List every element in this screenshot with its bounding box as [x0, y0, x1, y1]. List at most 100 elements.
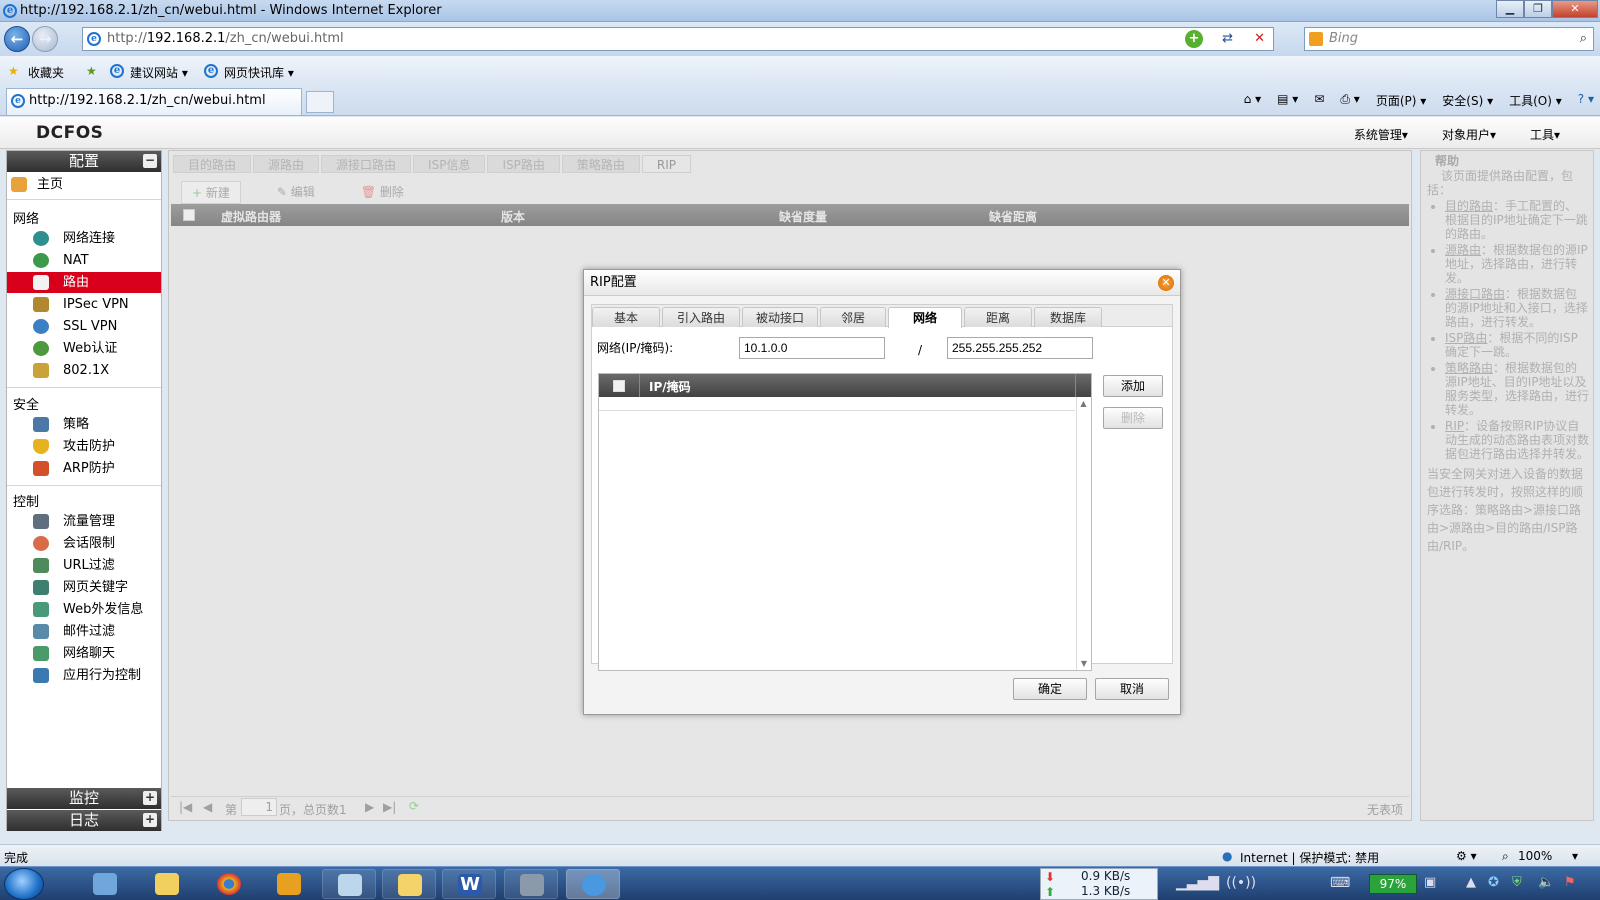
wireless-icon[interactable]: ((•)): [1226, 875, 1256, 891]
sidebar-item-policy[interactable]: 策略: [7, 414, 161, 435]
tab-source-interface-route[interactable]: 源接口路由: [321, 155, 412, 173]
select-all-checkbox[interactable]: [183, 209, 195, 221]
table-scrollbar[interactable]: ▲ ▼: [1076, 397, 1090, 670]
column-version[interactable]: 版本: [501, 208, 525, 225]
search-icon[interactable]: ⌕: [1580, 28, 1587, 50]
tab-network[interactable]: 网络: [888, 307, 962, 328]
new-tab-button[interactable]: [306, 91, 334, 113]
monitor-section-header[interactable]: 监控 +: [7, 788, 161, 809]
print-icon[interactable]: ⎙ ▾: [1340, 92, 1359, 109]
expand-icon[interactable]: +: [143, 791, 157, 805]
tab-destination-route[interactable]: 目的路由: [173, 155, 252, 173]
compatibility-icon[interactable]: +: [1185, 30, 1203, 48]
tab-passive-interface[interactable]: 被动接口: [742, 307, 818, 327]
sidebar-item-web-keyword[interactable]: 网页关键字: [7, 577, 161, 598]
taskbar-word-app[interactable]: W: [442, 869, 496, 899]
sidebar-item-network-connection[interactable]: 网络连接: [7, 228, 161, 249]
keyboard-icon[interactable]: ⌨: [1330, 875, 1350, 891]
tools-app-menu[interactable]: 工具▾: [1530, 126, 1560, 143]
taskbar-folder-app[interactable]: [140, 869, 194, 899]
help-link[interactable]: 目的路由: [1445, 199, 1493, 213]
tools-menu[interactable]: 工具(O) ▾: [1509, 92, 1562, 109]
sidebar-item-home[interactable]: 主页: [7, 174, 161, 195]
column-virtual-router[interactable]: 虚拟路由器: [221, 208, 281, 225]
help-icon[interactable]: ? ▾: [1578, 92, 1594, 109]
tab-source-route[interactable]: 源路由: [253, 155, 320, 173]
maximize-button[interactable]: ❐: [1524, 0, 1552, 18]
mask-input[interactable]: 255.255.255.252: [947, 337, 1093, 359]
home-icon[interactable]: ⌂ ▾: [1244, 92, 1261, 109]
feeds-icon[interactable]: ▤ ▾: [1277, 92, 1298, 109]
add-favorite-icon[interactable]: ★: [86, 64, 97, 78]
close-window-button[interactable]: ✕: [1552, 0, 1598, 18]
tab-isp-route[interactable]: ISP路由: [487, 155, 560, 173]
tab-isp-info[interactable]: ISP信息: [413, 155, 486, 173]
sidebar-item-ipsec-vpn[interactable]: IPSec VPN: [7, 294, 161, 315]
help-link[interactable]: RIP: [1445, 419, 1464, 433]
collapse-icon[interactable]: −: [143, 154, 157, 168]
log-section-header[interactable]: 日志 +: [7, 810, 161, 831]
security-zone[interactable]: Internet | 保护模式: 禁用: [1240, 849, 1379, 866]
refresh-icon[interactable]: ⇄: [1222, 28, 1233, 50]
tab-database[interactable]: 数据库: [1034, 307, 1102, 327]
web-slice-gallery-link[interactable]: 网页快讯库 ▾: [224, 64, 294, 81]
delete-button[interactable]: 🗑 删除: [351, 181, 414, 204]
prev-page-icon[interactable]: ◀: [203, 800, 212, 814]
safety-menu[interactable]: 安全(S) ▾: [1442, 92, 1493, 109]
tab-import-route[interactable]: 引入路由: [662, 307, 740, 327]
sidebar-item-web-auth[interactable]: Web认证: [7, 338, 161, 359]
sidebar-item-mail-filter[interactable]: 邮件过滤: [7, 621, 161, 642]
taskbar-explorer-app[interactable]: [382, 869, 436, 899]
new-button[interactable]: + 新建: [181, 181, 241, 204]
power-icon[interactable]: ▣: [1424, 875, 1436, 890]
stop-icon[interactable]: ✕: [1254, 28, 1265, 50]
config-section-header[interactable]: 配置 −: [7, 151, 161, 172]
notification-icon[interactable]: ⚑: [1564, 875, 1576, 890]
help-link[interactable]: ISP路由: [1445, 331, 1487, 345]
url-input[interactable]: e http://192.168.2.1/zh_cn/webui.html + …: [82, 27, 1274, 51]
tab-basic[interactable]: 基本: [592, 307, 660, 327]
cancel-button[interactable]: 取消: [1095, 678, 1169, 700]
volume-icon[interactable]: 🔈: [1538, 875, 1554, 890]
sidebar-item-ssl-vpn[interactable]: SSL VPN: [7, 316, 161, 337]
signal-strength-icon[interactable]: ▁▃▅▇: [1176, 875, 1219, 891]
minimize-button[interactable]: ▁: [1496, 0, 1524, 18]
sidebar-item-nat[interactable]: NAT: [7, 250, 161, 271]
taskbar-chrome-app[interactable]: [202, 869, 256, 899]
sidebar-item-app-behavior[interactable]: 应用行为控制: [7, 665, 161, 686]
sidebar-item-web-outbound[interactable]: Web外发信息: [7, 599, 161, 620]
first-page-icon[interactable]: |◀: [179, 800, 192, 814]
tab-distance[interactable]: 距离: [964, 307, 1032, 327]
tray-app-icon[interactable]: ✪: [1488, 875, 1499, 890]
column-default-distance[interactable]: 缺省距离: [989, 208, 1037, 225]
taskbar-computer-app[interactable]: [78, 869, 132, 899]
last-page-icon[interactable]: ▶|: [383, 800, 396, 814]
close-icon[interactable]: ✕: [1158, 275, 1174, 291]
suggested-sites-link[interactable]: 建议网站 ▾: [130, 64, 188, 81]
remove-button[interactable]: 删除: [1103, 407, 1163, 429]
scroll-up-icon[interactable]: ▲: [1077, 399, 1090, 408]
help-link[interactable]: 策略路由: [1445, 361, 1493, 375]
ok-button[interactable]: 确定: [1013, 678, 1087, 700]
help-link[interactable]: 源路由: [1445, 243, 1481, 257]
next-page-icon[interactable]: ▶: [365, 800, 374, 814]
page-menu[interactable]: 页面(P) ▾: [1376, 92, 1426, 109]
select-all-checkbox[interactable]: [613, 380, 625, 392]
sidebar-item-arp-protection[interactable]: ARP防护: [7, 458, 161, 479]
sidebar-item-net-chat[interactable]: 网络聊天: [7, 643, 161, 664]
security-shield-icon[interactable]: ⛨: [1512, 875, 1522, 890]
favorites-button[interactable]: 收藏夹: [28, 64, 64, 81]
tab-policy-route[interactable]: 策略路由: [561, 155, 640, 173]
help-link[interactable]: 源接口路由: [1445, 287, 1505, 301]
sidebar-item-session-limit[interactable]: 会话限制: [7, 533, 161, 554]
sidebar-item-8021x[interactable]: 802.1X: [7, 360, 161, 381]
back-button[interactable]: ←: [4, 26, 30, 52]
page-input[interactable]: 1: [241, 798, 277, 816]
taskbar-network-app[interactable]: [504, 869, 558, 899]
sidebar-item-traffic-management[interactable]: 流量管理: [7, 511, 161, 532]
battery-indicator[interactable]: 97%: [1369, 874, 1417, 894]
zoom-dropdown-icon[interactable]: ▾: [1572, 849, 1578, 863]
tab-rip[interactable]: RIP: [641, 155, 691, 173]
protected-mode-icon[interactable]: ⚙ ▾: [1456, 849, 1477, 863]
column-default-metric[interactable]: 缺省度量: [779, 208, 827, 225]
